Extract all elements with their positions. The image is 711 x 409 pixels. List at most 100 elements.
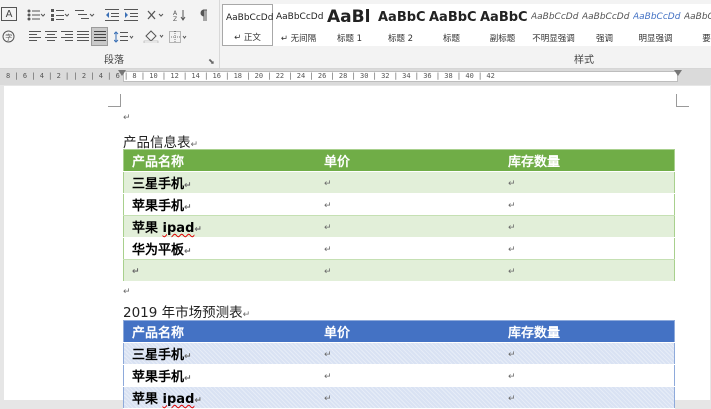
table-cell[interactable]: 苹果手机↵: [123, 193, 316, 216]
cell-end-mark: ↵: [184, 352, 192, 362]
right-indent-marker[interactable]: [674, 70, 682, 76]
style-card[interactable]: AaBbC 副标题: [477, 4, 528, 46]
cell-end-mark: ↵: [324, 350, 332, 360]
document-page[interactable]: ↵ 产品信息表↵ 产品名称 单价 库存数量 三星手机↵ ↵ ↵ 苹果手机↵ ↵ ↵ 苹果 ipad…: [4, 86, 710, 409]
cell-end-mark: ↵: [132, 267, 140, 277]
table-cell[interactable]: ↵: [500, 215, 675, 238]
style-card[interactable]: AaBbCcD 要: [681, 4, 711, 46]
table1-title[interactable]: 产品信息表↵: [123, 131, 198, 151]
style-sample: AaBbC: [429, 10, 477, 25]
table-cell[interactable]: ↵: [500, 364, 675, 387]
line-spacing-icon[interactable]: [113, 28, 135, 45]
show-marks-icon[interactable]: [196, 6, 210, 23]
style-card[interactable]: AaBbCcDd 强调: [579, 4, 630, 46]
header-cell[interactable]: 产品名称: [123, 149, 316, 172]
empty-paragraph-mark-2: ↵: [123, 287, 131, 297]
header-cell[interactable]: 单价: [316, 320, 500, 343]
table-cell[interactable]: ↵: [316, 342, 500, 365]
numbering-icon[interactable]: [50, 6, 70, 23]
borders-icon[interactable]: [168, 28, 190, 45]
pinyin-icon[interactable]: 字: [1, 28, 15, 45]
cell-end-mark: ↵: [508, 245, 516, 255]
header-cell[interactable]: 产品名称: [123, 320, 316, 343]
style-name: 副标题: [489, 34, 516, 44]
cell-end-mark: ↵: [508, 201, 516, 211]
table-cell[interactable]: 苹果 ipad↵: [123, 215, 316, 238]
increase-indent-icon[interactable]: [123, 6, 139, 23]
table-row: 苹果 ipad↵ ↵ ↵: [123, 215, 675, 238]
distributed-align-icon[interactable]: [91, 27, 108, 46]
paragraph-dialog-launcher-icon[interactable]: ⬊: [208, 57, 215, 66]
shading-icon[interactable]: [142, 28, 166, 45]
paragraph-group: A AZ 字 段落 ⬊: [0, 0, 220, 68]
table-cell[interactable]: ↵: [316, 171, 500, 194]
cell-end-mark: ↵: [508, 179, 516, 189]
table-cell[interactable]: ↵: [123, 259, 316, 282]
justify-icon[interactable]: [76, 28, 90, 45]
style-name: 不明显强调: [532, 34, 575, 44]
table-cell[interactable]: ↵: [500, 259, 675, 282]
table-cell[interactable]: ↵: [500, 171, 675, 194]
table-cell[interactable]: 苹果 ipad↵: [123, 386, 316, 409]
cell-end-mark: ↵: [194, 225, 202, 235]
style-sample: AaBbC: [378, 10, 426, 25]
header-cell[interactable]: 库存数量: [500, 149, 675, 172]
product-info-table[interactable]: 产品名称 单价 库存数量 三星手机↵ ↵ ↵ 苹果手机↵ ↵ ↵ 苹果 ipad↵ ↵ ↵ 华为平板↵ ↵…: [123, 149, 675, 282]
cell-end-mark: ↵: [324, 223, 332, 233]
table-cell[interactable]: ↵: [500, 386, 675, 409]
table-cell[interactable]: ↵: [500, 193, 675, 216]
cell-text: 华为平板: [132, 243, 185, 258]
cell-end-mark: ↵: [324, 267, 332, 277]
table-cell[interactable]: ↵: [316, 193, 500, 216]
svg-text:字: 字: [5, 33, 12, 42]
style-card[interactable]: AaBbCcDd 明显强调: [630, 4, 681, 46]
table-cell[interactable]: ↵: [316, 386, 500, 409]
style-name: ↵ 无间隔: [280, 34, 317, 44]
market-forecast-table[interactable]: 产品名称 单价 库存数量 三星手机↵ ↵ ↵ 苹果手机↵ ↵ ↵ 苹果 ipad↵ ↵ ↵: [123, 320, 675, 409]
header-cell[interactable]: 库存数量: [500, 320, 675, 343]
style-card[interactable]: AaBbCcDd 不明显强调: [528, 4, 579, 46]
bullets-icon[interactable]: [26, 6, 46, 23]
table-cell[interactable]: ↵: [316, 259, 500, 282]
table-cell[interactable]: ↵: [316, 215, 500, 238]
table-row: 三星手机↵ ↵ ↵: [123, 342, 675, 365]
chinese-layout-icon[interactable]: [146, 6, 166, 23]
style-card[interactable]: AaBbCcDd ↵ 正文: [222, 4, 273, 46]
table-cell[interactable]: 华为平板↵: [123, 237, 316, 260]
cell-end-mark: ↵: [508, 394, 516, 404]
ribbon: A AZ 字 段落 ⬊ AaBbCcDd ↵ 正文 AaBbCcDd ↵ 无间隔…: [0, 0, 711, 69]
sort-icon[interactable]: AZ: [172, 6, 188, 23]
header-cell[interactable]: 单价: [316, 149, 500, 172]
style-card[interactable]: AaBbCcDd ↵ 无间隔: [273, 4, 324, 46]
first-line-indent-marker[interactable]: [118, 70, 126, 76]
align-right-icon[interactable]: [60, 28, 74, 45]
empty-paragraph-mark: ↵: [123, 113, 131, 123]
cell-text: 苹果 ipad: [132, 221, 195, 236]
style-card[interactable]: AaBbC 标题 2: [375, 4, 426, 46]
table2-title[interactable]: 2019 年市场预测表↵: [123, 301, 250, 321]
cell-end-mark: ↵: [324, 245, 332, 255]
cell-end-mark: ↵: [508, 267, 516, 277]
style-sample: AaBbCcDd: [582, 12, 630, 22]
table-cell[interactable]: ↵: [316, 237, 500, 260]
table-cell[interactable]: 三星手机↵: [123, 342, 316, 365]
margin-corner-right: [676, 94, 689, 107]
cell-end-mark: ↵: [508, 223, 516, 233]
table-cell[interactable]: 三星手机↵: [123, 171, 316, 194]
table-cell[interactable]: ↵: [500, 237, 675, 260]
style-name: 强调: [595, 34, 613, 44]
table-cell[interactable]: ↵: [316, 364, 500, 387]
horizontal-ruler[interactable]: 8 | 6 | 4 | 2 | | 2 | 4 | 6 | 8 | 10 | 1…: [0, 69, 711, 85]
cell-end-mark: ↵: [324, 372, 332, 382]
table-cell[interactable]: ↵: [500, 342, 675, 365]
align-center-icon[interactable]: [44, 28, 58, 45]
style-name: ↵ 正文: [234, 33, 261, 43]
ruler-marks: 8 | 6 | 4 | 2 | | 2 | 4 | 6 | 8 | 10 | 1…: [6, 72, 495, 80]
style-card[interactable]: AaBl 标题 1: [324, 4, 375, 46]
decrease-indent-icon[interactable]: [104, 6, 120, 23]
style-card[interactable]: AaBbC 标题: [426, 4, 477, 46]
table-cell[interactable]: 苹果手机↵: [123, 364, 316, 387]
text-frame-icon[interactable]: A: [1, 7, 17, 21]
align-left-icon[interactable]: [28, 28, 42, 45]
multilevel-list-icon[interactable]: [74, 6, 96, 23]
